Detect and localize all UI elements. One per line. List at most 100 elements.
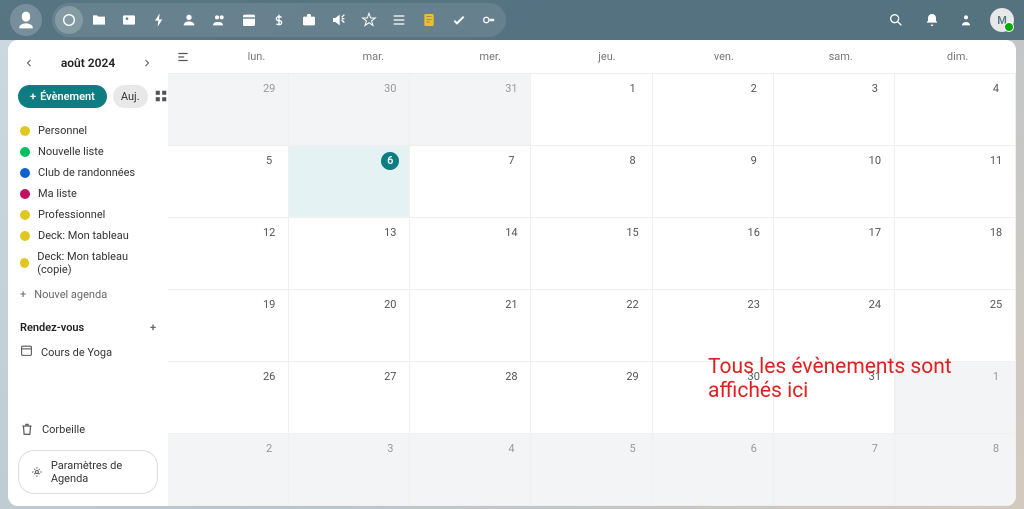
calendar-item-label: Ma liste xyxy=(38,187,77,200)
day-cell[interactable]: 2 xyxy=(168,434,289,506)
appointment-item[interactable]: Cours de Yoga xyxy=(8,338,168,366)
day-cell[interactable]: 26 xyxy=(168,362,289,434)
nav-list-icon[interactable] xyxy=(385,6,413,34)
day-cell[interactable]: 5 xyxy=(168,146,289,218)
nav-notes-icon[interactable] xyxy=(415,6,443,34)
day-number: 23 xyxy=(745,296,763,314)
day-cell[interactable]: 5 xyxy=(531,434,652,506)
calendar-item[interactable]: Professionnel xyxy=(18,204,158,225)
day-number: 29 xyxy=(624,368,642,386)
day-cell[interactable]: 28 xyxy=(410,362,531,434)
today-button[interactable]: Auj. xyxy=(113,85,148,108)
calendar-settings-button[interactable]: Paramètres de Agenda xyxy=(18,450,158,494)
day-cell[interactable]: 7 xyxy=(774,434,895,506)
day-cell[interactable]: 19 xyxy=(168,290,289,362)
day-cell[interactable]: 12 xyxy=(168,218,289,290)
day-cell[interactable]: 31 xyxy=(774,362,895,434)
day-cell[interactable]: 30 xyxy=(289,74,410,146)
day-cell[interactable]: 18 xyxy=(895,218,1016,290)
nav-contacts-icon[interactable] xyxy=(175,6,203,34)
app-logo[interactable] xyxy=(10,4,42,36)
nav-briefcase-icon[interactable] xyxy=(295,6,323,34)
calendar-item[interactable]: Ma liste xyxy=(18,183,158,204)
add-appointment-button[interactable]: + xyxy=(150,321,156,334)
day-cell[interactable]: 8 xyxy=(895,434,1016,506)
calendar-item[interactable]: Deck: Mon tableau xyxy=(18,225,158,246)
nav-dashboard-icon[interactable] xyxy=(55,6,83,34)
day-cell[interactable]: 7 xyxy=(410,146,531,218)
day-cell[interactable]: 25 xyxy=(895,290,1016,362)
day-cell[interactable]: 16 xyxy=(653,218,774,290)
weekday-label: dim. xyxy=(899,50,1016,63)
nav-tasks-icon[interactable] xyxy=(445,6,473,34)
day-number: 21 xyxy=(502,296,520,314)
nav-calendar-icon[interactable] xyxy=(235,6,263,34)
calendar-item[interactable]: Deck: Mon tableau (copie) xyxy=(18,246,158,280)
nav-activity-icon[interactable] xyxy=(145,6,173,34)
day-cell[interactable]: 3 xyxy=(774,74,895,146)
day-number: 14 xyxy=(502,224,520,242)
prev-month-button[interactable] xyxy=(18,52,40,74)
day-cell[interactable]: 9 xyxy=(653,146,774,218)
day-number: 31 xyxy=(866,368,884,386)
day-number: 28 xyxy=(502,368,520,386)
day-cell[interactable]: 23 xyxy=(653,290,774,362)
search-icon[interactable] xyxy=(882,6,910,34)
day-cell[interactable]: 31 xyxy=(410,74,531,146)
user-avatar[interactable]: M xyxy=(990,8,1014,32)
topbar-right: M xyxy=(882,6,1014,34)
day-cell[interactable]: 20 xyxy=(289,290,410,362)
day-cell[interactable]: 11 xyxy=(895,146,1016,218)
new-calendar-button[interactable]: + Nouvel agenda xyxy=(8,282,168,307)
day-cell[interactable]: 27 xyxy=(289,362,410,434)
day-cell[interactable]: 24 xyxy=(774,290,895,362)
day-cell[interactable]: 1 xyxy=(531,74,652,146)
topbar: M xyxy=(0,0,1024,40)
day-cell[interactable]: 6 xyxy=(289,146,410,218)
nav-money-icon[interactable] xyxy=(265,6,293,34)
notifications-icon[interactable] xyxy=(918,6,946,34)
collapse-sidebar-button[interactable] xyxy=(168,42,198,72)
view-toggle-button[interactable] xyxy=(154,84,168,108)
nav-star-icon[interactable] xyxy=(355,6,383,34)
calendar-item[interactable]: Nouvelle liste xyxy=(18,141,158,162)
day-cell[interactable]: 30 xyxy=(653,362,774,434)
day-number: 19 xyxy=(260,296,278,314)
calendar-item[interactable]: Club de randonnées xyxy=(18,162,158,183)
nav-photos-icon[interactable] xyxy=(115,6,143,34)
new-event-label: Évènement xyxy=(40,90,95,103)
next-month-button[interactable] xyxy=(136,52,158,74)
calendar-color-dot xyxy=(20,258,29,268)
new-event-button[interactable]: + Évènement xyxy=(18,85,107,108)
day-cell[interactable]: 4 xyxy=(410,434,531,506)
gear-icon xyxy=(31,465,43,479)
month-title[interactable]: août 2024 xyxy=(61,56,115,70)
day-number: 13 xyxy=(381,224,399,242)
day-cell[interactable]: 29 xyxy=(168,74,289,146)
calendar-item[interactable]: Personnel xyxy=(18,120,158,141)
day-cell[interactable]: 4 xyxy=(895,74,1016,146)
day-cell[interactable]: 21 xyxy=(410,290,531,362)
day-cell[interactable]: 1 xyxy=(895,362,1016,434)
day-cell[interactable]: 8 xyxy=(531,146,652,218)
day-cell[interactable]: 3 xyxy=(289,434,410,506)
calendar-color-dot xyxy=(20,210,30,220)
nav-files-icon[interactable] xyxy=(85,6,113,34)
day-cell[interactable]: 29 xyxy=(531,362,652,434)
appointments-header: Rendez-vous + xyxy=(8,307,168,338)
nav-announce-icon[interactable] xyxy=(325,6,353,34)
day-cell[interactable]: 13 xyxy=(289,218,410,290)
day-number: 29 xyxy=(260,80,278,98)
nav-circles-icon[interactable] xyxy=(205,6,233,34)
day-cell[interactable]: 15 xyxy=(531,218,652,290)
trash-button[interactable]: Corbeille xyxy=(8,414,168,444)
day-cell[interactable]: 14 xyxy=(410,218,531,290)
day-cell[interactable]: 22 xyxy=(531,290,652,362)
day-cell[interactable]: 10 xyxy=(774,146,895,218)
contacts-menu-icon[interactable] xyxy=(954,6,982,34)
day-cell[interactable]: 6 xyxy=(653,434,774,506)
weekday-label: lun. xyxy=(198,50,315,63)
nav-passwords-icon[interactable] xyxy=(475,6,503,34)
day-cell[interactable]: 2 xyxy=(653,74,774,146)
day-cell[interactable]: 17 xyxy=(774,218,895,290)
